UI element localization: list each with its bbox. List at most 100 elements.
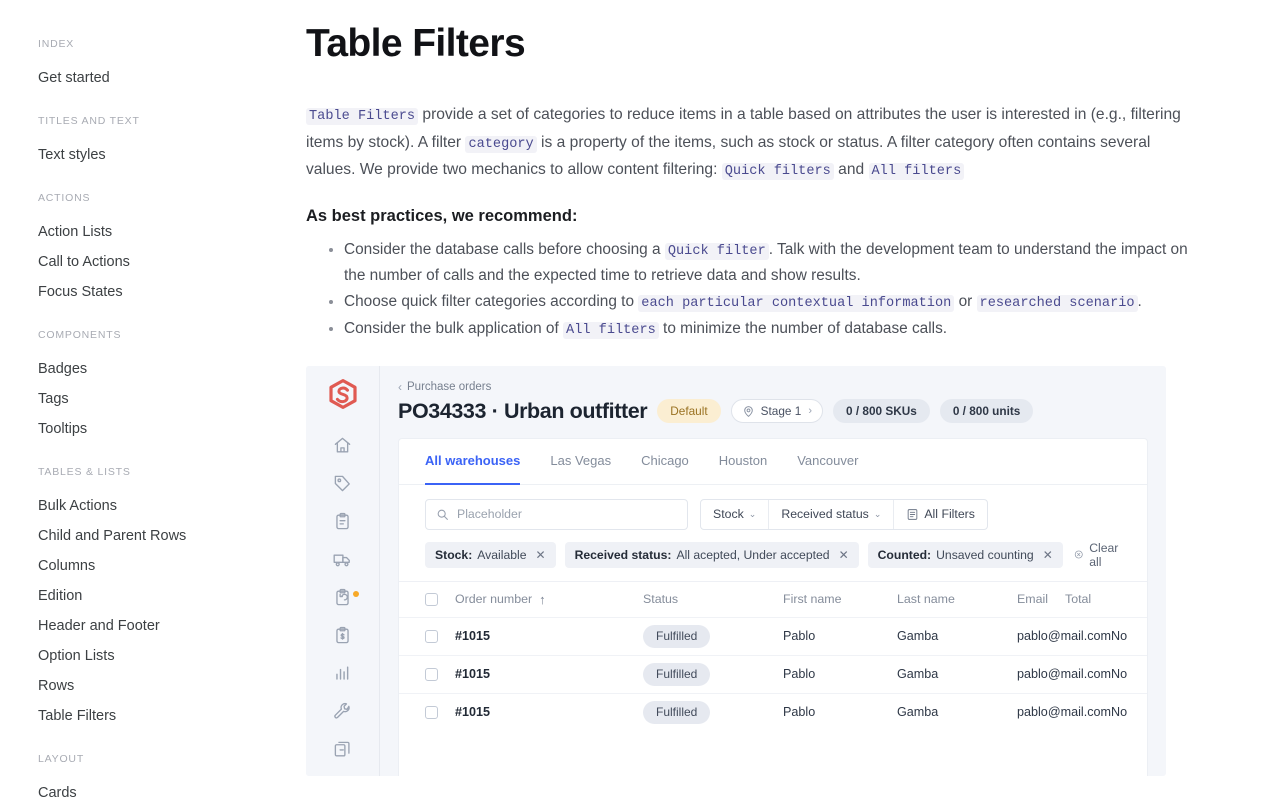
- filter-chip[interactable]: Counted:Unsaved counting✕: [868, 542, 1063, 568]
- intro-paragraph: Table Filters provide a set of categorie…: [306, 102, 1186, 185]
- sidebar-group-heading: TITLES AND TEXT: [38, 115, 302, 127]
- stage-label: Stage 1: [761, 404, 802, 418]
- main-content: Table Filters Table Filters provide a se…: [302, 0, 1275, 797]
- table-row[interactable]: #1015FulfilledPabloGambapablo@mail.comNo: [399, 655, 1147, 693]
- bullet-text: Choose quick filter categories according…: [344, 293, 638, 310]
- cell-last-name: Gamba: [897, 705, 1017, 719]
- status-badge: Fulfilled: [643, 663, 710, 686]
- inline-code: each particular contextual information: [638, 295, 954, 312]
- circle-x-icon: [1074, 548, 1083, 561]
- tag-icon[interactable]: [326, 472, 360, 496]
- filter-chip-value: All acepted, Under accepted: [676, 548, 829, 562]
- breadcrumb[interactable]: ‹ Purchase orders: [398, 380, 1148, 394]
- list-item: Choose quick filter categories according…: [344, 290, 1206, 317]
- documents-icon[interactable]: [326, 738, 360, 762]
- example-screenshot: ‹ Purchase orders PO34333 · Urban outfit…: [306, 366, 1166, 776]
- sidebar-item-cards[interactable]: Cards: [38, 778, 302, 797]
- column-total[interactable]: Total: [1065, 592, 1121, 606]
- sidebar-item-table-filters[interactable]: Table Filters: [38, 701, 302, 731]
- app-main-area: ‹ Purchase orders PO34333 · Urban outfit…: [380, 366, 1166, 776]
- sidebar-group: ACTIONS Action ListsCall to ActionsFocus …: [38, 192, 302, 307]
- sidebar-item-call-to-actions[interactable]: Call to Actions: [38, 247, 302, 277]
- table-row[interactable]: #1015FulfilledPabloGambapablo@mail.comNo: [399, 693, 1147, 731]
- inline-code: Quick filters: [722, 163, 834, 180]
- sidebar-item-child-and-parent-rows[interactable]: Child and Parent Rows: [38, 521, 302, 551]
- sidebar-item-badges[interactable]: Badges: [38, 354, 302, 384]
- column-email[interactable]: Email: [1017, 592, 1065, 606]
- best-practices-heading: As best practices, we recommend:: [306, 207, 1235, 226]
- all-filters-label: All Filters: [924, 507, 975, 521]
- search-icon: [436, 508, 449, 521]
- sidebar-item-get-started[interactable]: Get started: [38, 63, 302, 93]
- chevron-right-icon: ›: [808, 405, 812, 417]
- select-all-checkbox[interactable]: [425, 593, 438, 606]
- sidebar-group-heading: LAYOUT: [38, 753, 302, 765]
- table-row[interactable]: #1015FulfilledPabloGambapablo@mail.comNo: [399, 617, 1147, 655]
- chevron-down-icon: ⌄: [749, 509, 757, 520]
- close-icon[interactable]: ✕: [839, 548, 849, 562]
- sidebar-item-edition[interactable]: Edition: [38, 581, 302, 611]
- quick-filter-stock[interactable]: Stock ⌄: [701, 500, 768, 529]
- inline-code: researched scenario: [977, 295, 1138, 312]
- tab-chicago[interactable]: Chicago: [641, 439, 689, 485]
- quick-filter-received-status[interactable]: Received status ⌄: [768, 500, 893, 529]
- search-input[interactable]: Placeholder: [425, 499, 688, 530]
- column-first-name[interactable]: First name: [783, 592, 897, 606]
- tab-houston[interactable]: Houston: [719, 439, 767, 485]
- filter-chip[interactable]: Received status:All acepted, Under accep…: [565, 542, 859, 568]
- cell-order-number: #1015: [455, 629, 643, 643]
- cell-status: Fulfilled: [643, 625, 783, 648]
- column-order-number[interactable]: Order number ↑: [455, 592, 643, 607]
- column-status[interactable]: Status: [643, 592, 783, 606]
- sidebar-group-heading: ACTIONS: [38, 192, 302, 204]
- column-last-name[interactable]: Last name: [897, 592, 1017, 606]
- sidebar-item-tooltips[interactable]: Tooltips: [38, 414, 302, 444]
- sidebar-item-columns[interactable]: Columns: [38, 551, 302, 581]
- purchase-order-title: PO34333 · Urban outfitter: [398, 399, 647, 424]
- sidebar-item-text-styles[interactable]: Text styles: [38, 140, 302, 170]
- stage-selector-button[interactable]: Stage 1 ›: [731, 399, 823, 423]
- clipboard-dollar-icon[interactable]: [326, 624, 360, 648]
- clear-all-button[interactable]: Clear all: [1072, 541, 1122, 569]
- filter-chip-value: Available: [477, 548, 526, 562]
- close-icon[interactable]: ✕: [1043, 548, 1053, 562]
- column-label: Order number: [455, 592, 532, 606]
- title-row: PO34333 · Urban outfitter Default Stage …: [398, 399, 1148, 424]
- truck-icon[interactable]: [326, 548, 360, 572]
- all-filters-button[interactable]: All Filters: [893, 500, 987, 529]
- row-select-cell: [425, 706, 455, 719]
- cell-email: pablo@mail.com: [1017, 629, 1111, 643]
- sidebar-item-option-lists[interactable]: Option Lists: [38, 641, 302, 671]
- sidebar-item-rows[interactable]: Rows: [38, 671, 302, 701]
- home-icon[interactable]: [326, 434, 360, 458]
- sidebar-group-heading: COMPONENTS: [38, 329, 302, 341]
- sidebar-item-tags[interactable]: Tags: [38, 384, 302, 414]
- chevron-down-icon: ⌄: [874, 509, 882, 520]
- app-logo: [326, 378, 360, 412]
- close-icon[interactable]: ✕: [536, 548, 546, 562]
- cell-total: No: [1111, 629, 1166, 643]
- clipboard-icon[interactable]: [326, 510, 360, 534]
- sidebar-item-bulk-actions[interactable]: Bulk Actions: [38, 491, 302, 521]
- row-checkbox[interactable]: [425, 668, 438, 681]
- sidebar-item-action-lists[interactable]: Action Lists: [38, 217, 302, 247]
- bar-chart-icon[interactable]: [326, 662, 360, 686]
- row-checkbox[interactable]: [425, 706, 438, 719]
- row-checkbox[interactable]: [425, 630, 438, 643]
- tab-vancouver[interactable]: Vancouver: [797, 439, 858, 485]
- tab-all-warehouses[interactable]: All warehouses: [425, 439, 520, 485]
- cell-total: No: [1111, 705, 1166, 719]
- clipboard-return-icon[interactable]: [326, 586, 360, 610]
- filter-chip[interactable]: Stock:Available✕: [425, 542, 556, 568]
- quick-filter-stock-label: Stock: [713, 507, 744, 521]
- sidebar-group: LAYOUT Cards: [38, 753, 302, 797]
- orders-table: Order number ↑ Status First name Last na…: [399, 581, 1147, 731]
- cell-first-name: Pablo: [783, 705, 897, 719]
- sidebar-item-header-and-footer[interactable]: Header and Footer: [38, 611, 302, 641]
- list-item: Consider the database calls before choos…: [344, 238, 1206, 289]
- wrench-icon[interactable]: [326, 700, 360, 724]
- table-header-row: Order number ↑ Status First name Last na…: [399, 581, 1147, 617]
- tab-las-vegas[interactable]: Las Vegas: [550, 439, 611, 485]
- sidebar-item-focus-states[interactable]: Focus States: [38, 277, 302, 307]
- page-title: Table Filters: [306, 22, 1235, 66]
